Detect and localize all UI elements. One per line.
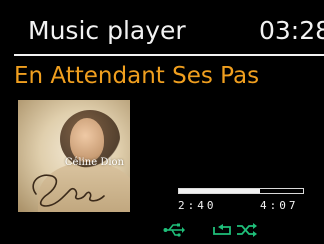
music-player-screen: Music player 03:28 En Attendant Ses Pas … bbox=[0, 0, 324, 244]
repeat-icon bbox=[213, 224, 231, 235]
header: Music player 03:28 bbox=[0, 0, 324, 62]
page-title: Music player bbox=[28, 16, 186, 45]
usb-icon bbox=[163, 223, 185, 237]
total-time: 4:07 bbox=[260, 199, 299, 212]
cover-face bbox=[70, 118, 104, 162]
status-bar bbox=[0, 222, 324, 244]
clock: 03:28 bbox=[259, 16, 324, 45]
album-cover: Céline Dion bbox=[18, 100, 130, 212]
elapsed-time: 2:40 bbox=[178, 199, 217, 212]
track-title: En Attendant Ses Pas bbox=[14, 63, 260, 89]
album-signature-icon bbox=[32, 174, 105, 207]
progress-bar bbox=[178, 188, 304, 194]
header-divider bbox=[14, 54, 324, 56]
shuffle-icon bbox=[237, 223, 257, 237]
progress-fill bbox=[179, 189, 260, 193]
